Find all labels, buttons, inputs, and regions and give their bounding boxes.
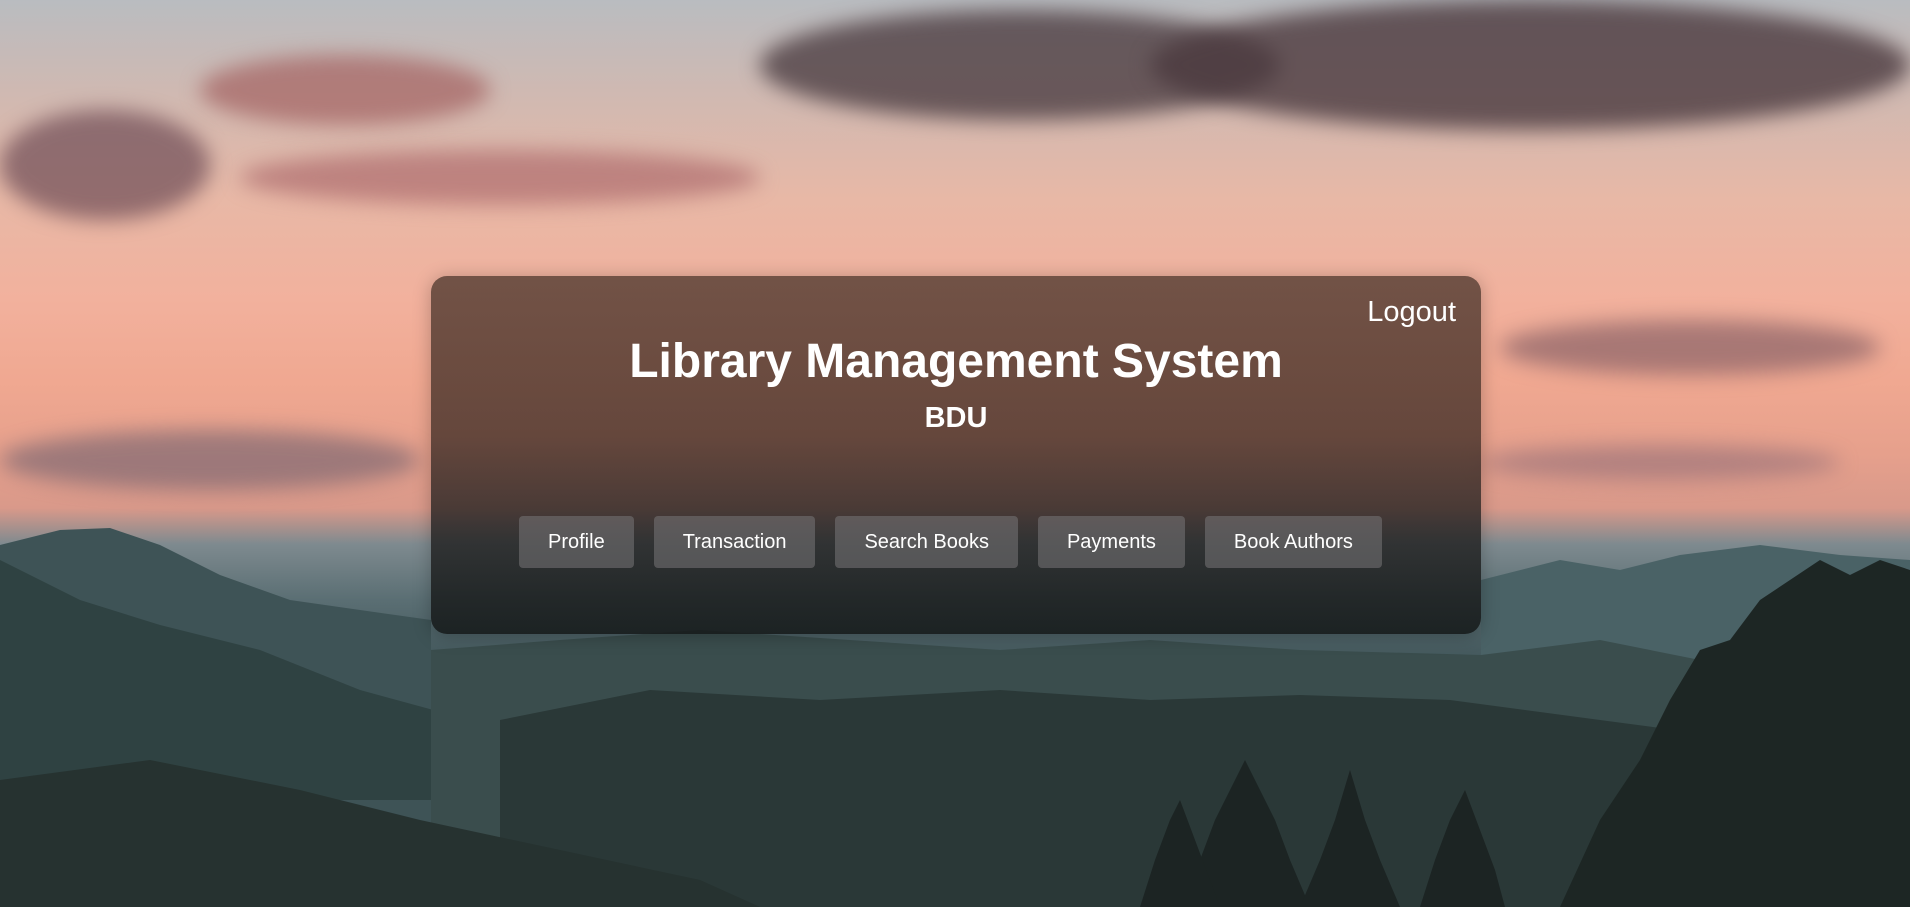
logout-link[interactable]: Logout: [1367, 296, 1456, 329]
page-subtitle: BDU: [924, 402, 988, 434]
transaction-button[interactable]: Transaction: [653, 516, 816, 568]
page-title: Library Management System: [629, 335, 1283, 388]
profile-button[interactable]: Profile: [519, 516, 634, 568]
book-authors-button[interactable]: Book Authors: [1204, 516, 1382, 568]
main-panel: Logout Library Management System BDU Pro…: [431, 276, 1481, 634]
main-navigation: Profile Transaction Search Books Payment…: [519, 516, 1382, 568]
background-landscape: Logout Library Management System BDU Pro…: [0, 0, 1910, 907]
search-books-button[interactable]: Search Books: [835, 516, 1018, 568]
payments-button[interactable]: Payments: [1037, 516, 1185, 568]
